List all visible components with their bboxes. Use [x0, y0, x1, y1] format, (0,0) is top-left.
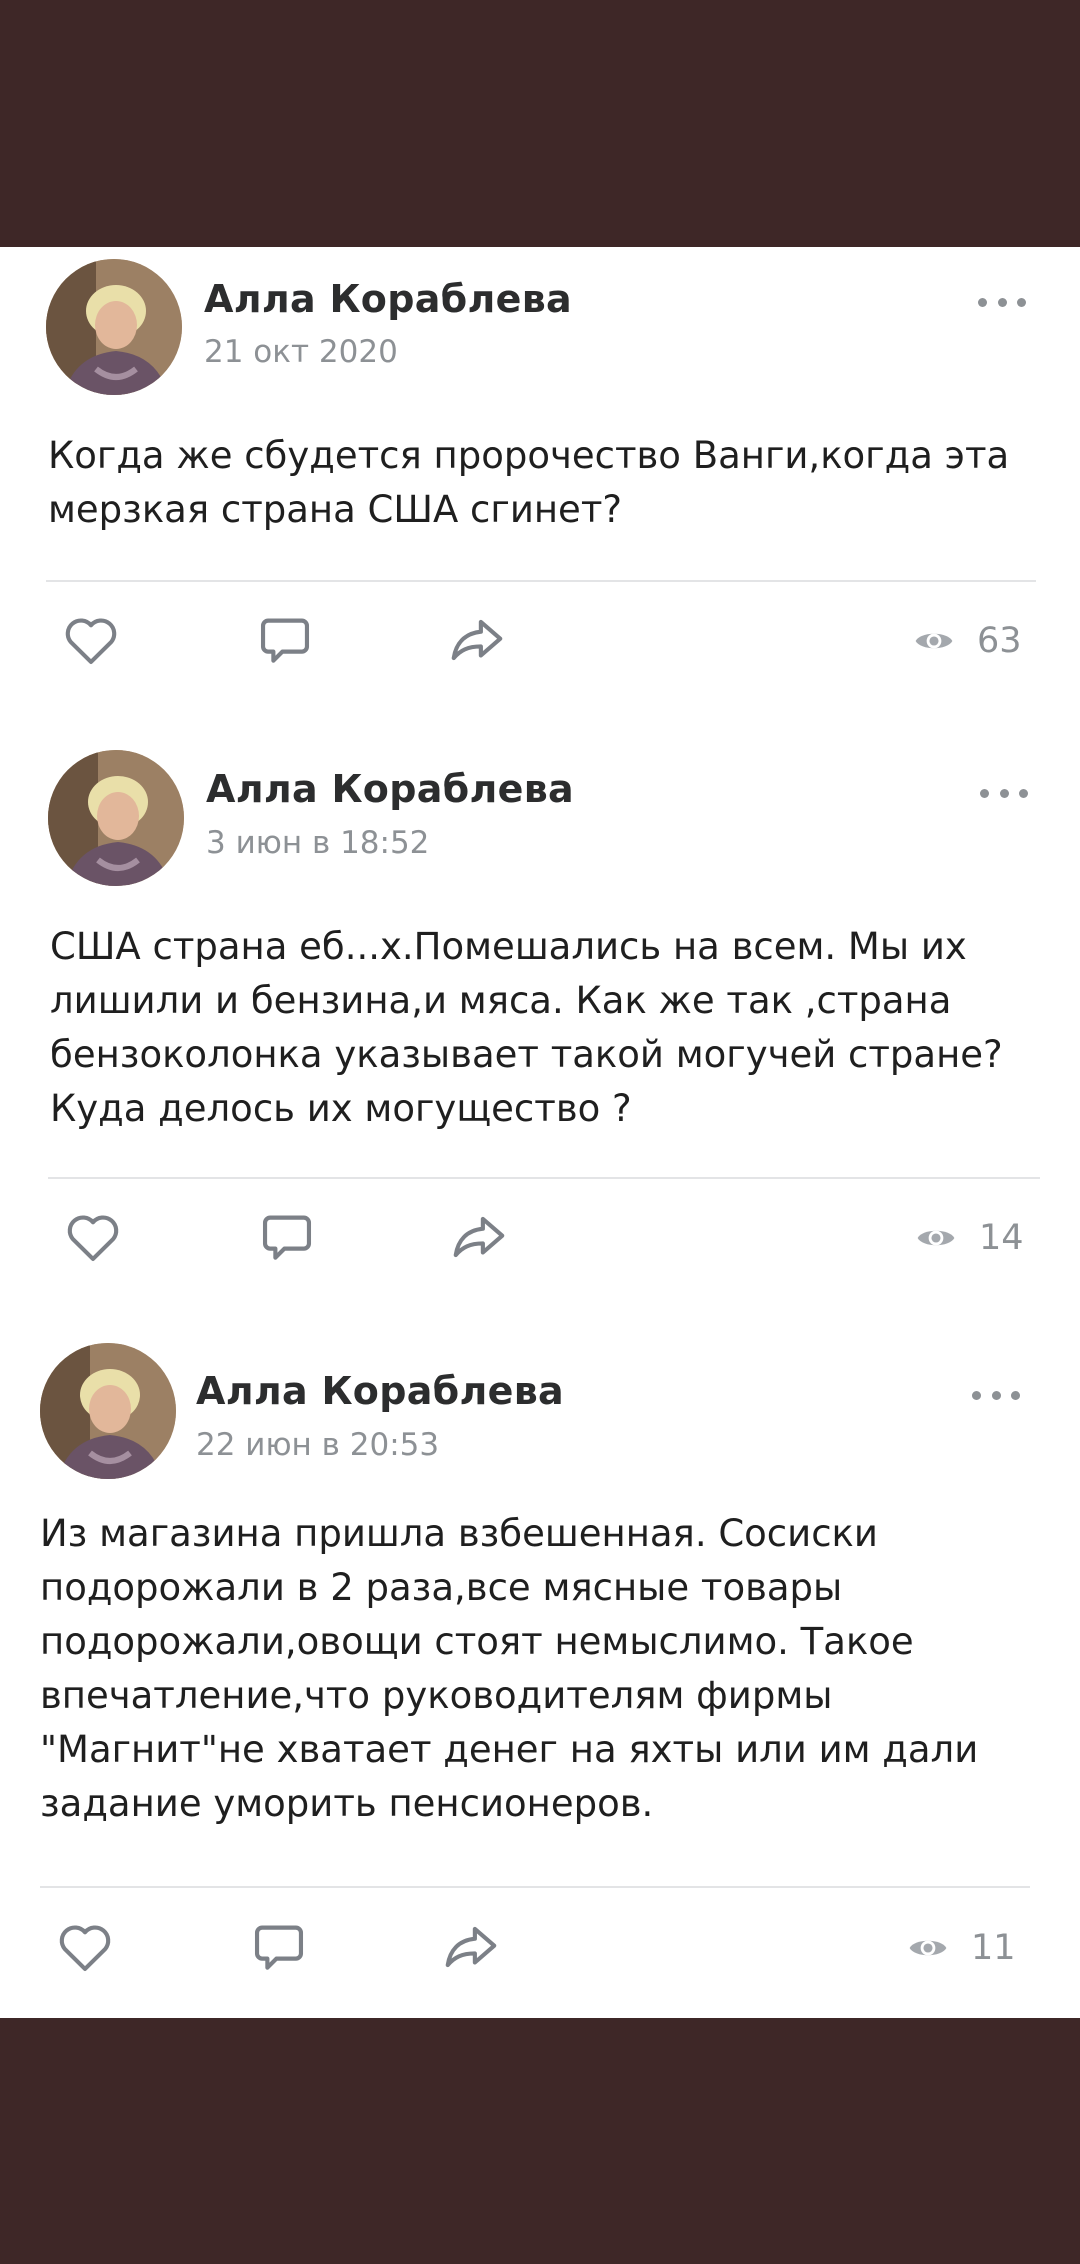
- post-date[interactable]: 3 июн в 18:52: [206, 825, 429, 861]
- post-card: Алла Кораблева 3 июн в 18:52 США страна …: [0, 737, 1080, 1337]
- post-header: Алла Кораблева 22 июн в 20:53: [0, 1337, 1080, 1479]
- post-date[interactable]: 21 окт 2020: [204, 334, 398, 370]
- comment-button[interactable]: [250, 605, 320, 675]
- posts-feed: Алла Кораблева 21 окт 2020 Когда же сбуд…: [0, 247, 1080, 2018]
- more-dots-icon[interactable]: [966, 1380, 1026, 1410]
- views-counter: 63: [913, 616, 1022, 666]
- share-icon: [453, 1216, 505, 1258]
- eye-icon: [909, 1940, 947, 1956]
- eye-icon: [917, 1230, 955, 1246]
- views-counter: 14: [915, 1213, 1024, 1263]
- author-avatar[interactable]: [40, 1343, 176, 1479]
- author-name[interactable]: Алла Кораблева: [206, 767, 574, 811]
- post-divider: [40, 1886, 1030, 1888]
- comment-icon: [262, 1215, 312, 1260]
- screen: Алла Кораблева 21 окт 2020 Когда же сбуд…: [0, 0, 1080, 2264]
- share-button[interactable]: [444, 1202, 514, 1272]
- post-text: США страна еб...х.Помешались на всем. Мы…: [50, 925, 1003, 1130]
- eye-icon: [915, 633, 953, 649]
- share-icon: [445, 1926, 497, 1968]
- post-header: Алла Кораблева 21 окт 2020: [0, 247, 1080, 395]
- views-count: 11: [971, 1928, 1016, 1968]
- comment-button[interactable]: [252, 1202, 322, 1272]
- author-name[interactable]: Алла Кораблева: [196, 1369, 564, 1413]
- views-count: 63: [977, 621, 1022, 661]
- more-dots-icon[interactable]: [974, 778, 1034, 808]
- share-icon: [451, 619, 503, 661]
- author-avatar[interactable]: [48, 750, 184, 886]
- like-button[interactable]: [56, 605, 126, 675]
- comment-button[interactable]: [244, 1912, 314, 1982]
- comment-icon: [260, 618, 310, 663]
- post-text: Когда же сбудется пророчество Ванги,когд…: [48, 434, 1010, 531]
- post-card: Алла Кораблева 21 окт 2020 Когда же сбуд…: [0, 247, 1080, 737]
- heart-icon: [65, 618, 117, 665]
- post-header: Алла Кораблева 3 июн в 18:52: [0, 737, 1080, 886]
- comment-icon: [254, 1925, 304, 1970]
- like-button[interactable]: [50, 1912, 120, 1982]
- views-count: 14: [979, 1218, 1024, 1258]
- more-dots-icon[interactable]: [972, 287, 1032, 317]
- post-divider: [48, 1177, 1040, 1179]
- like-button[interactable]: [58, 1202, 128, 1272]
- post-divider: [46, 580, 1036, 582]
- heart-icon: [67, 1215, 119, 1262]
- author-name[interactable]: Алла Кораблева: [204, 277, 572, 321]
- views-counter: 11: [907, 1923, 1016, 1973]
- share-button[interactable]: [436, 1912, 506, 1982]
- post-card: Алла Кораблева 22 июн в 20:53 Из магазин…: [0, 1337, 1080, 2018]
- heart-icon: [59, 1925, 111, 1972]
- post-text: Из магазина пришла взбешенная. Сосиски п…: [40, 1512, 979, 1825]
- share-button[interactable]: [442, 605, 512, 675]
- post-date[interactable]: 22 июн в 20:53: [196, 1427, 439, 1463]
- author-avatar[interactable]: [46, 259, 182, 395]
